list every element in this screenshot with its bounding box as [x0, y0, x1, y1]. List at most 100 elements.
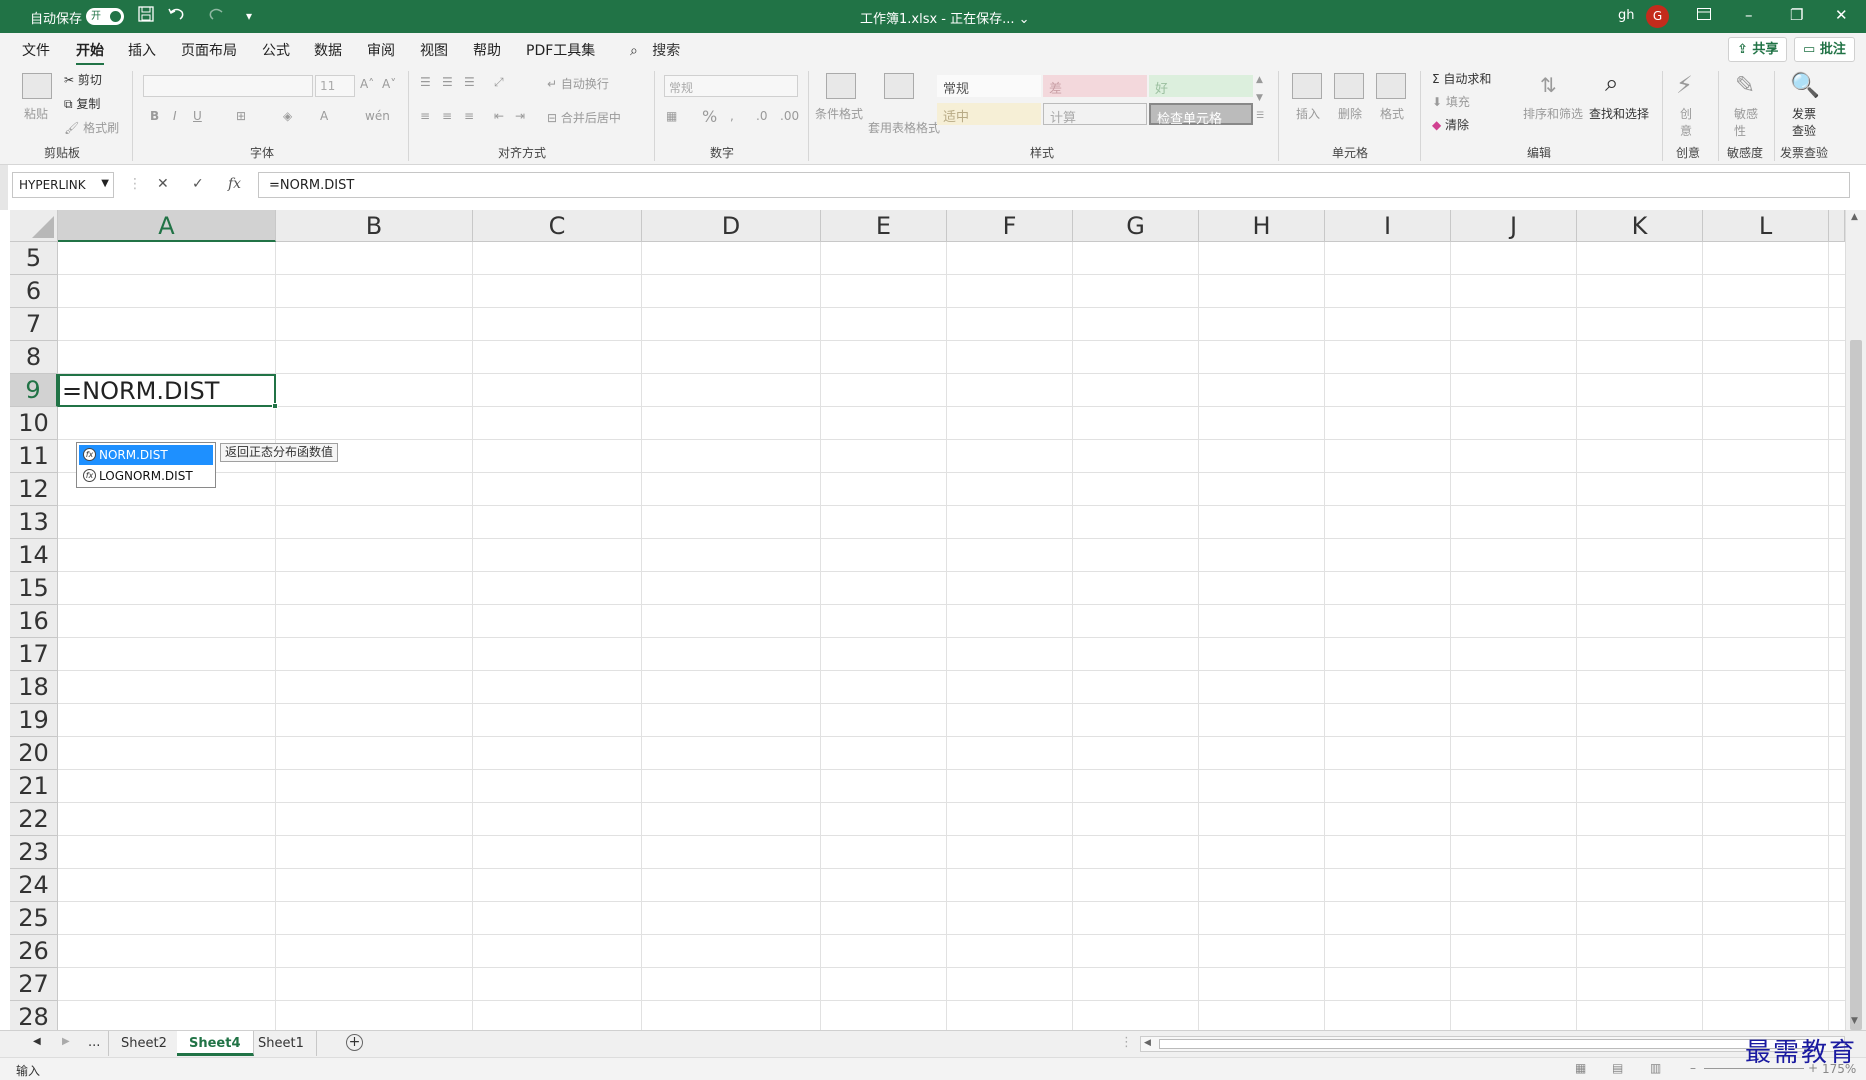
tab-home[interactable]: 开始 [76, 40, 104, 66]
find-select-button[interactable]: 查找和选择 [1589, 105, 1649, 122]
autosum-button[interactable]: Σ 自动求和 [1432, 70, 1491, 87]
align-left-icon[interactable]: ≡ [420, 109, 430, 123]
sheet-tab-sheet2[interactable]: Sheet2 [108, 1031, 180, 1056]
autocomplete-item[interactable]: fx NORM.DIST [79, 445, 213, 465]
sort-filter-button[interactable]: 排序和筛选 [1523, 105, 1583, 122]
column-header-d[interactable]: D [642, 210, 821, 242]
row-header-18[interactable]: 18 [10, 671, 58, 704]
close-icon[interactable]: ✕ [1835, 6, 1848, 24]
row-header-23[interactable]: 23 [10, 836, 58, 869]
row-header-13[interactable]: 13 [10, 506, 58, 539]
column-header-g[interactable]: G [1073, 210, 1199, 242]
align-top-icon[interactable]: ☰ [420, 75, 431, 89]
save-icon[interactable] [138, 6, 154, 26]
creativity-button[interactable]: 创意 [1680, 105, 1694, 139]
page-break-view-icon[interactable]: ▥ [1650, 1061, 1661, 1075]
scroll-left-icon[interactable]: ◀ [1144, 1038, 1151, 1048]
sort-filter-icon[interactable]: ⇅ [1540, 73, 1557, 97]
number-format-dropdown[interactable]: 常规 [664, 75, 798, 97]
percent-button[interactable]: % [702, 107, 717, 126]
row-header-22[interactable]: 22 [10, 803, 58, 836]
align-right-icon[interactable]: ≡ [464, 109, 474, 123]
table-format-icon[interactable] [884, 73, 914, 99]
font-name-dropdown[interactable] [143, 75, 313, 97]
invoice-icon[interactable]: 🔍 [1790, 71, 1820, 99]
row-header-27[interactable]: 27 [10, 968, 58, 1001]
sensitivity-button[interactable]: 敏感性 [1734, 105, 1760, 139]
row-header-20[interactable]: 20 [10, 737, 58, 770]
align-center-icon[interactable]: ≡ [442, 109, 452, 123]
merge-center-button[interactable]: ⊟ 合并后居中 [547, 109, 621, 126]
avatar[interactable]: G [1646, 5, 1669, 28]
lightning-icon[interactable]: ⚡ [1676, 71, 1693, 99]
style-bad[interactable]: 差 [1043, 75, 1147, 97]
row-header-10[interactable]: 10 [10, 407, 58, 440]
styles-more-icon[interactable]: ☰ [1256, 111, 1264, 121]
increase-indent-icon[interactable]: ⇥ [515, 109, 525, 123]
format-cells-button[interactable]: 格式 [1380, 105, 1404, 122]
restore-icon[interactable]: ❐ [1790, 6, 1803, 24]
insert-cells-icon[interactable] [1292, 73, 1322, 99]
format-cells-icon[interactable] [1376, 73, 1406, 99]
comments-button[interactable]: ▭ 批注 [1794, 37, 1855, 62]
active-cell-a9[interactable]: =NORM.DIST [58, 374, 278, 409]
phonetic-icon[interactable]: wén [365, 109, 390, 123]
autosave-toggle[interactable]: 开 [86, 8, 124, 25]
column-header-b[interactable]: B [276, 210, 473, 242]
horizontal-scrollbar[interactable]: ◀ [1140, 1036, 1845, 1052]
tab-help[interactable]: 帮助 [473, 40, 501, 60]
redo-icon[interactable] [204, 6, 226, 26]
scroll-up-icon[interactable]: ▲ [1851, 212, 1858, 222]
row-header-5[interactable]: 5 [10, 242, 58, 275]
undo-icon[interactable] [167, 6, 189, 26]
decrease-font-icon[interactable]: A˅ [382, 77, 396, 91]
customize-qat-icon[interactable]: ▾ [246, 9, 252, 23]
tab-review[interactable]: 审阅 [367, 40, 395, 60]
row-header-6[interactable]: 6 [10, 275, 58, 308]
increase-font-icon[interactable]: A˄ [360, 77, 374, 91]
name-box[interactable]: HYPERLINK ▼ [12, 172, 114, 198]
horizontal-scroll-thumb[interactable] [1159, 1039, 1809, 1049]
insert-cells-button[interactable]: 插入 [1296, 105, 1320, 122]
tab-view[interactable]: 视图 [420, 40, 448, 60]
delete-cells-button[interactable]: 删除 [1338, 105, 1362, 122]
sensitivity-icon[interactable]: ✎ [1735, 71, 1755, 99]
delete-cells-icon[interactable] [1334, 73, 1364, 99]
column-header-h[interactable]: H [1199, 210, 1325, 242]
comma-icon[interactable]: , [730, 109, 734, 123]
fill-button[interactable]: ⬇ 填充 [1432, 93, 1470, 110]
paste-button[interactable]: 粘贴 [24, 105, 48, 122]
fill-color-icon[interactable]: ◈ [283, 109, 292, 123]
cut-button[interactable]: ✂ 剪切 [64, 71, 102, 88]
sheet-tab-sheet1[interactable]: Sheet1 [246, 1031, 317, 1056]
styles-scroll-up-icon[interactable]: ▲ [1256, 75, 1263, 85]
find-icon[interactable]: ⌕ [1605, 69, 1618, 97]
italic-button[interactable]: I [173, 109, 177, 123]
clear-button[interactable]: ◆ 清除 [1432, 116, 1469, 133]
style-calculation[interactable]: 计算 [1043, 103, 1147, 126]
format-painter-button[interactable]: 🖌 格式刷 [64, 119, 119, 136]
normal-view-icon[interactable]: ▦ [1575, 1061, 1586, 1075]
autocomplete-item[interactable]: fx LOGNORM.DIST [79, 466, 213, 486]
column-header-k[interactable]: K [1577, 210, 1703, 242]
tab-splitter-icon[interactable]: ⋮ [1120, 1035, 1133, 1050]
underline-button[interactable]: U [193, 109, 202, 123]
style-check-cell[interactable]: 检查单元格 [1149, 103, 1253, 127]
styles-scroll-down-icon[interactable]: ▼ [1256, 93, 1263, 103]
ribbon-display-icon[interactable] [1697, 6, 1711, 24]
align-middle-icon[interactable]: ☰ [442, 75, 453, 89]
row-header-7[interactable]: 7 [10, 308, 58, 341]
row-header-9[interactable]: 9 [10, 374, 58, 407]
next-sheet-icon[interactable]: ▶ [62, 1036, 70, 1047]
style-neutral[interactable]: 适中 [937, 103, 1041, 125]
column-header-l[interactable]: L [1703, 210, 1829, 242]
column-header-j[interactable]: J [1451, 210, 1577, 242]
tab-data[interactable]: 数据 [314, 40, 342, 60]
formula-input[interactable]: =NORM.DIST [258, 172, 1850, 198]
font-color-icon[interactable]: A [320, 109, 328, 123]
scroll-down-icon[interactable]: ▼ [1851, 1016, 1858, 1026]
orientation-icon[interactable]: ⤢ [494, 75, 504, 90]
minimize-icon[interactable]: – [1745, 6, 1753, 24]
decrease-decimal-icon[interactable]: .00 [780, 109, 799, 123]
enter-icon[interactable]: ✓ [192, 176, 204, 192]
